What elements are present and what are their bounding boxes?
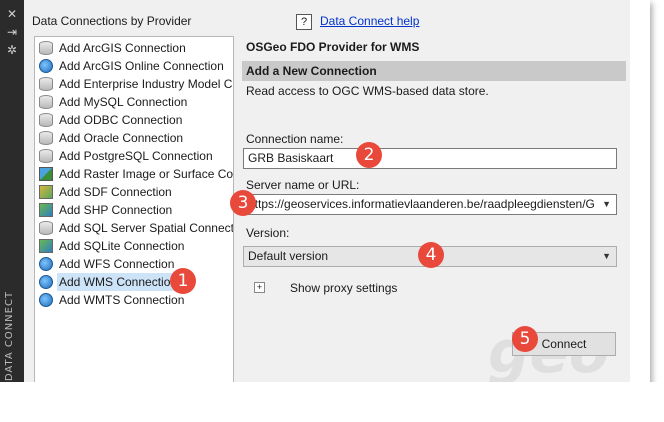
provider-list[interactable]: Add ArcGIS Connection Add ArcGIS Online … [34, 36, 234, 388]
connection-name-label: Connection name: [246, 132, 344, 146]
list-item-wms[interactable]: Add WMS Connection [35, 273, 231, 291]
shp-icon [39, 203, 53, 217]
list-item-mysql[interactable]: Add MySQL Connection [35, 93, 231, 111]
data-connect-window: ✕ ⇥ ✲ DATA CONNECT Data Connections by P… [0, 0, 649, 401]
list-item-sql-server-spatial[interactable]: Add SQL Server Spatial Connect [35, 219, 233, 237]
callout-badge-5: 5 [512, 326, 538, 352]
auto-hide-icon[interactable]: ⇥ [4, 24, 20, 40]
database-icon [39, 149, 53, 163]
list-item-wmts[interactable]: Add WMTS Connection [35, 291, 231, 309]
close-icon[interactable]: ✕ [4, 6, 20, 22]
properties-icon[interactable]: ✲ [4, 42, 20, 58]
list-item-sqlite[interactable]: Add SQLite Connection [35, 237, 231, 255]
database-icon [39, 77, 53, 91]
callout-badge-4: 4 [418, 242, 444, 268]
proxy-settings-label[interactable]: Show proxy settings [290, 281, 397, 295]
version-value: Default version [248, 249, 329, 263]
server-url-input[interactable]: https://geoservices.informatievlaanderen… [243, 194, 617, 215]
list-item-arcgis[interactable]: Add ArcGIS Connection [35, 39, 231, 57]
server-url-value: https://geoservices.informatievlaanderen… [248, 197, 595, 211]
database-icon [39, 131, 53, 145]
chevron-down-icon[interactable]: ▼ [600, 195, 611, 214]
list-item-postgresql[interactable]: Add PostgreSQL Connection [35, 147, 231, 165]
globe-icon [39, 257, 53, 271]
callout-badge-1: 1 [170, 268, 196, 294]
list-item-shp[interactable]: Add SHP Connection [35, 201, 231, 219]
providers-header: Data Connections by Provider [32, 14, 192, 28]
globe-icon [39, 59, 53, 73]
list-item-enterprise-industry-model[interactable]: Add Enterprise Industry Model C [35, 75, 232, 93]
data-connect-help-link[interactable]: Data Connect help [320, 14, 419, 28]
palette-title-strip: ✕ ⇥ ✲ DATA CONNECT [0, 0, 24, 400]
database-icon [39, 221, 53, 235]
list-item-raster[interactable]: Add Raster Image or Surface Co [35, 165, 233, 183]
shp-icon [39, 239, 53, 253]
help-icon[interactable]: ? [296, 14, 312, 30]
list-item-oracle[interactable]: Add Oracle Connection [35, 129, 231, 147]
server-url-label: Server name or URL: [246, 178, 360, 192]
list-item-odbc[interactable]: Add ODBC Connection [35, 111, 231, 129]
version-label: Version: [246, 226, 290, 240]
chevron-down-icon[interactable]: ▼ [602, 247, 611, 266]
palette-title: DATA CONNECT [4, 290, 15, 382]
callout-badge-2: 2 [356, 142, 382, 168]
database-icon [39, 41, 53, 55]
database-icon [39, 95, 53, 109]
provider-description: Read access to OGC WMS-based data store. [246, 84, 489, 98]
connection-name-input[interactable]: GRB Basiskaart [243, 148, 617, 169]
database-icon [39, 113, 53, 127]
section-title: Add a New Connection [246, 64, 377, 78]
list-item-arcgis-online[interactable]: Add ArcGIS Online Connection [35, 57, 231, 75]
list-item-sdf[interactable]: Add SDF Connection [35, 183, 231, 201]
raster-icon [39, 167, 53, 181]
provider-title: OSGeo FDO Provider for WMS [246, 40, 420, 54]
list-item-wfs[interactable]: Add WFS Connection [35, 255, 231, 273]
globe-icon [39, 293, 53, 307]
torn-edge-right [630, 0, 650, 400]
callout-badge-3: 3 [230, 190, 256, 216]
globe-icon [39, 275, 53, 289]
proxy-expander-toggle[interactable]: + [254, 282, 265, 293]
sdf-icon [39, 185, 53, 199]
torn-edge-bottom [0, 382, 664, 422]
